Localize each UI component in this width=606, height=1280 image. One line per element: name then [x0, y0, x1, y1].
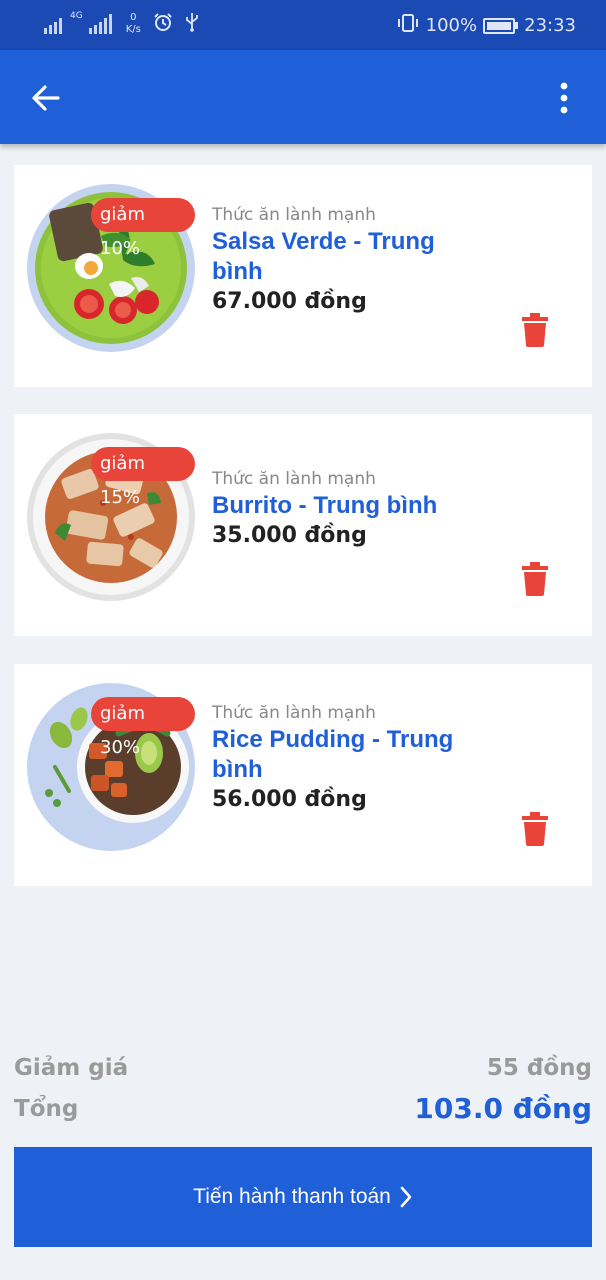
- signal-2-icon: [88, 14, 112, 34]
- status-left: 4G 0 K/s: [44, 12, 199, 38]
- status-bar: 4G 0 K/s 100% 23:33: [0, 0, 606, 50]
- discount-summary: Giảm giá 55 đồng: [14, 1055, 592, 1091]
- clock: 23:33: [524, 15, 576, 36]
- cart-item-card[interactable]: giảm 30% Thức ăn lành mạnh Rice Pudding …: [14, 664, 592, 886]
- item-title[interactable]: Salsa Verde - Trung: [212, 227, 492, 257]
- battery-icon: [483, 17, 516, 34]
- usb-icon: [185, 12, 199, 38]
- discount-label: Giảm giá: [14, 1055, 129, 1081]
- back-button[interactable]: [26, 78, 66, 118]
- cart-item-card[interactable]: giảm 15% Thức ăn lành mạnh Burrito - Tru…: [14, 414, 592, 636]
- checkout-button[interactable]: Tiến hành thanh toán: [14, 1147, 592, 1247]
- item-title-line2[interactable]: bình: [212, 257, 492, 287]
- network-speed-unit: K/s: [125, 24, 141, 35]
- trash-icon: [522, 812, 548, 846]
- item-info: Thức ăn lành mạnh Burrito - Trung bình 3…: [212, 467, 492, 551]
- discount-badge: giảm 30%: [91, 697, 195, 758]
- discount-badge: giảm 10%: [91, 198, 195, 259]
- delete-button[interactable]: [522, 313, 548, 347]
- status-right: 100% 23:33: [396, 13, 576, 38]
- app-bar: [0, 50, 606, 144]
- total-value: 103.0 đồng: [414, 1092, 592, 1125]
- vibrate-icon: [396, 13, 420, 38]
- item-category: Thức ăn lành mạnh: [212, 469, 376, 489]
- trash-icon: [522, 562, 548, 596]
- checkout-label: Tiến hành thanh toán: [193, 1185, 391, 1208]
- food-image: giảm 30%: [27, 683, 195, 851]
- item-price: 35.000 đồng: [212, 523, 367, 548]
- more-options-button[interactable]: [546, 78, 582, 118]
- more-vertical-icon: [560, 82, 568, 114]
- item-title[interactable]: Rice Pudding - Trung: [212, 725, 492, 755]
- discount-badge: giảm 15%: [91, 447, 195, 508]
- battery-tip: [515, 22, 519, 29]
- network-speed: 0 K/s: [126, 12, 141, 36]
- item-title-line2[interactable]: bình: [212, 755, 492, 785]
- network-type: 4G: [70, 11, 83, 21]
- item-info: Thức ăn lành mạnh Rice Pudding - Trung b…: [212, 701, 492, 815]
- total-label: Tổng: [14, 1096, 79, 1122]
- battery-percent: 100%: [425, 15, 478, 36]
- alarm-icon: [153, 12, 173, 38]
- chevron-right-icon: [400, 1186, 412, 1208]
- network-speed-value: 0: [130, 12, 137, 23]
- item-info: Thức ăn lành mạnh Salsa Verde - Trung bì…: [212, 203, 492, 317]
- delete-button[interactable]: [522, 812, 548, 846]
- item-category: Thức ăn lành mạnh: [212, 703, 376, 723]
- total-summary: Tổng 103.0 đồng: [14, 1092, 592, 1132]
- item-price: 56.000 đồng: [212, 787, 367, 812]
- cart-item-card[interactable]: giảm 10% Thức ăn lành mạnh Salsa Verde -…: [14, 165, 592, 387]
- item-price: 67.000 đồng: [212, 289, 367, 314]
- item-category: Thức ăn lành mạnh: [212, 205, 376, 225]
- signal-icon: [44, 14, 62, 34]
- discount-value: 55 đồng: [486, 1055, 592, 1081]
- food-image: giảm 10%: [27, 184, 195, 352]
- trash-icon: [522, 313, 548, 347]
- arrow-left-icon: [32, 85, 60, 111]
- item-title[interactable]: Burrito - Trung bình: [212, 491, 492, 521]
- delete-button[interactable]: [522, 562, 548, 596]
- food-image: giảm 15%: [27, 433, 195, 601]
